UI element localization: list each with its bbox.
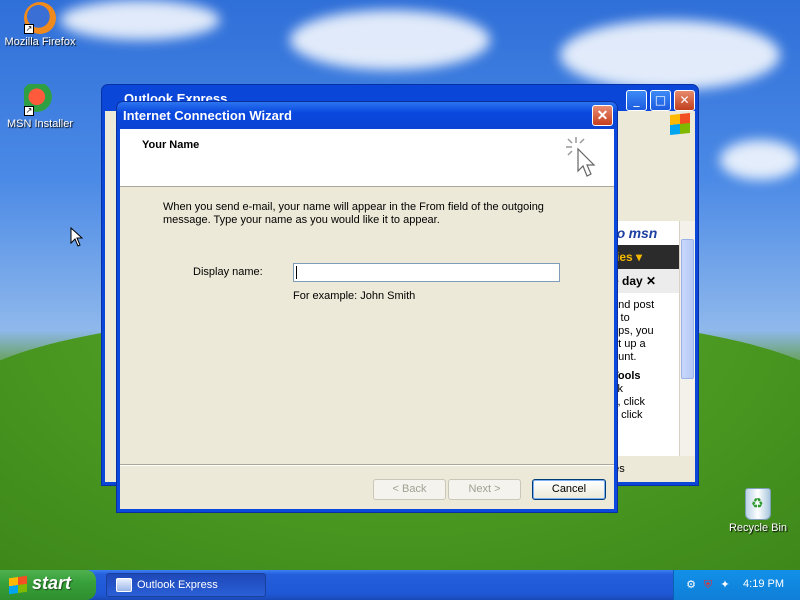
taskbar-item-label: Outlook Express — [137, 579, 218, 591]
start-button[interactable]: start — [0, 570, 96, 600]
cloud — [720, 140, 800, 180]
clock[interactable]: 4:19 PM — [743, 578, 784, 590]
system-tray: ⚙ ⛨ ✦ 4:19 PM — [673, 570, 800, 600]
wizard-header: Your Name — [120, 129, 614, 187]
taskbar: start Outlook Express ⚙ ⛨ ✦ 4:19 PM — [0, 570, 800, 600]
windows-flag-icon — [9, 575, 27, 595]
display-name-label: Display name: — [193, 266, 263, 278]
internet-connection-wizard-dialog[interactable]: Internet Connection Wizard ✕ Your Name W… — [116, 101, 618, 513]
desktop-icon-label: Mozilla Firefox — [4, 36, 76, 48]
cloud — [560, 20, 780, 90]
windows-logo-icon — [670, 112, 690, 136]
wizard-cursor-sparkle-icon — [566, 137, 596, 177]
recycle-bin-icon — [745, 488, 771, 520]
cloud — [60, 0, 220, 40]
tip-text-more: ck s, click n click — [612, 383, 645, 421]
mouse-pointer-icon — [70, 227, 84, 247]
msn-messenger-icon[interactable]: ✦ — [718, 578, 732, 592]
cloud — [290, 10, 490, 70]
desktop-icon-label: Recycle Bin — [728, 522, 788, 534]
tip-of-the-day-header[interactable]: e day ✕ — [607, 269, 684, 293]
page-heading: Your Name — [142, 139, 200, 151]
security-shield-icon[interactable]: ⛨ — [701, 578, 715, 592]
start-label: start — [32, 573, 72, 593]
close-button[interactable]: ✕ — [674, 90, 695, 111]
close-button[interactable]: ✕ — [592, 105, 613, 126]
button-separator — [120, 464, 614, 466]
tip-text-tools: Tools — [612, 370, 641, 382]
tip-text: and post s to ups, you et up a ount. — [612, 299, 655, 363]
text-caret — [296, 266, 297, 279]
next-button[interactable]: Next > — [448, 479, 521, 500]
wizard-titlebar[interactable]: Internet Connection Wizard ✕ — [117, 102, 617, 129]
cancel-button[interactable]: Cancel — [532, 479, 606, 500]
desktop-icon-firefox[interactable]: ↗ Mozilla Firefox — [0, 2, 80, 48]
msn-logo: msn — [628, 225, 658, 241]
display-name-input[interactable] — [293, 263, 560, 282]
desktop-icon-label: MSN Installer — [6, 118, 74, 130]
outlook-express-icon — [116, 578, 132, 592]
vertical-scrollbar[interactable] — [679, 221, 695, 456]
msn-panel: to msn ties ▾ e day ✕ and post s to ups,… — [607, 221, 684, 456]
desktop-icon-msn-installer[interactable]: ↗ MSN Installer — [0, 84, 80, 130]
wizard-description: When you send e-mail, your name will app… — [163, 201, 544, 226]
msn-header: to msn — [607, 221, 684, 245]
minimize-button[interactable]: _ — [626, 90, 647, 111]
network-icon[interactable]: ⚙ — [684, 578, 698, 592]
msn-butterfly-icon: ↗ — [24, 84, 56, 116]
display-name-example: For example: John Smith — [293, 290, 416, 302]
wizard-title: Internet Connection Wizard — [123, 108, 292, 123]
desktop-icon-recycle-bin[interactable]: Recycle Bin — [718, 488, 798, 534]
wizard-client-area: Your Name When you send e-mail, your nam… — [120, 129, 614, 509]
maximize-button[interactable]: □ — [650, 90, 671, 111]
taskbar-item-outlook-express[interactable]: Outlook Express — [106, 573, 266, 597]
firefox-icon: ↗ — [24, 2, 56, 34]
msn-activities-bar[interactable]: ties ▾ — [607, 245, 684, 269]
back-button[interactable]: < Back — [373, 479, 446, 500]
scrollbar-thumb[interactable] — [681, 239, 694, 379]
